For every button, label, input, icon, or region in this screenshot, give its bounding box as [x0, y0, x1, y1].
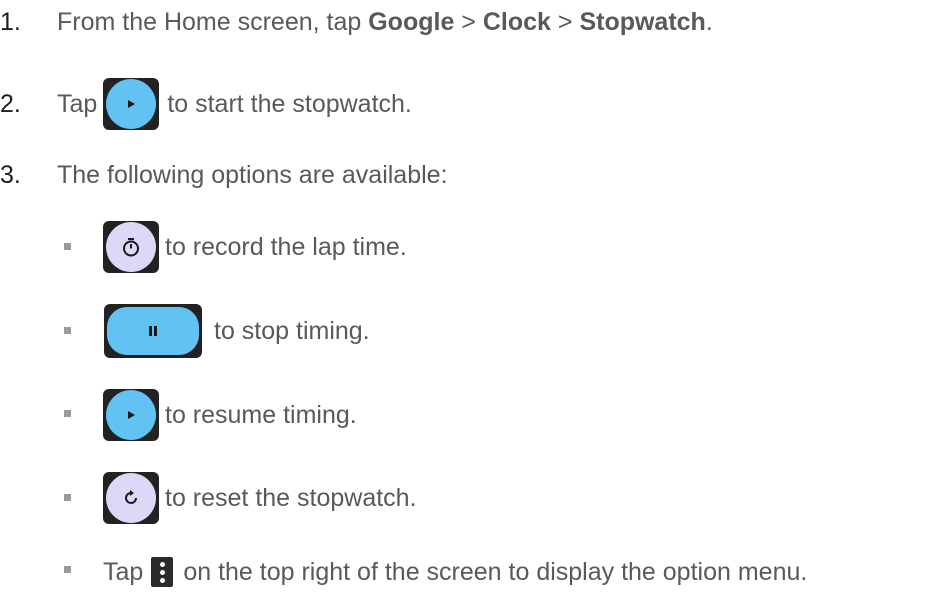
play-icon	[106, 79, 157, 129]
step-1-number: 1.	[0, 7, 21, 36]
step-3: 3. The following options are available:	[0, 155, 448, 195]
lap-timer-icon	[106, 222, 156, 272]
more-vert-icon[interactable]	[151, 557, 174, 587]
option-lap-text: to record the lap time.	[165, 232, 407, 261]
option-reset-text: to reset the stopwatch.	[165, 483, 417, 512]
bullet	[64, 494, 71, 501]
option-more-text: on the top right of the screen to displa…	[183, 557, 808, 586]
option-pause-text: to stop timing.	[214, 316, 370, 345]
step-3-number: 3.	[0, 160, 21, 189]
reset-icon	[106, 473, 156, 523]
option-pause: to stop timing.	[104, 304, 370, 358]
option-lap: to record the lap time.	[103, 221, 407, 273]
pause-button[interactable]	[104, 304, 202, 358]
bullet	[64, 327, 71, 334]
option-more-tap-label: Tap	[103, 557, 144, 586]
play-button[interactable]	[103, 78, 160, 130]
option-resume-text: to resume timing.	[165, 400, 357, 429]
lap-button[interactable]	[103, 221, 159, 273]
step-1-text: From the Home screen, tap Google > Clock…	[57, 7, 713, 36]
option-more: Tap on the top right of the screen to di…	[103, 552, 807, 592]
bullet	[64, 243, 71, 250]
step-3-text: The following options are available:	[57, 160, 448, 189]
option-resume: to resume timing.	[103, 389, 357, 441]
play-icon	[106, 390, 156, 440]
step-2: 2. Tap to start the stopwatch.	[0, 76, 412, 132]
step-2-number: 2.	[0, 89, 21, 118]
step-1: 1. From the Home screen, tap Google > Cl…	[0, 2, 713, 42]
step-2-text: to start the stopwatch.	[167, 89, 412, 118]
reset-button[interactable]	[103, 472, 159, 524]
bullet	[64, 410, 71, 417]
resume-button[interactable]	[103, 389, 159, 441]
step-2-tap-label: Tap	[57, 89, 98, 118]
pause-icon	[107, 307, 199, 355]
option-reset: to reset the stopwatch.	[103, 472, 417, 524]
bullet	[64, 566, 71, 573]
